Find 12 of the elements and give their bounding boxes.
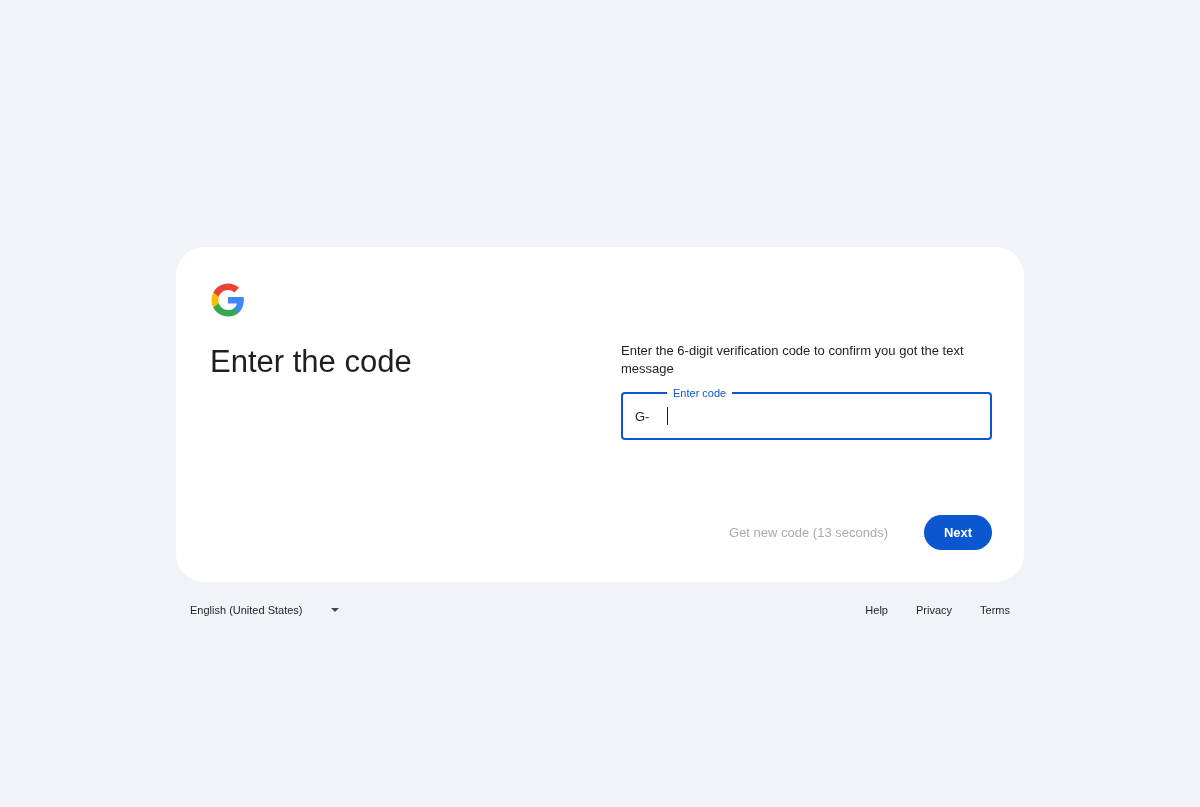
field-label: Enter code	[667, 386, 733, 400]
caret-icon	[330, 608, 339, 612]
next-button[interactable]: Next	[924, 515, 992, 550]
instruction-text: Enter the 6-digit verification code to confirm you got the text message	[621, 342, 965, 378]
text-cursor	[667, 407, 669, 425]
page-heading: Enter the code	[210, 343, 413, 381]
language-selector[interactable]: English (United States)	[190, 600, 339, 620]
code-prefix: G-	[635, 408, 650, 424]
footer-link[interactable]: Terms	[980, 600, 1010, 620]
footer-link[interactable]: Help	[865, 600, 888, 620]
footer-link[interactable]: Privacy	[916, 600, 953, 620]
logo-icon	[210, 282, 246, 318]
